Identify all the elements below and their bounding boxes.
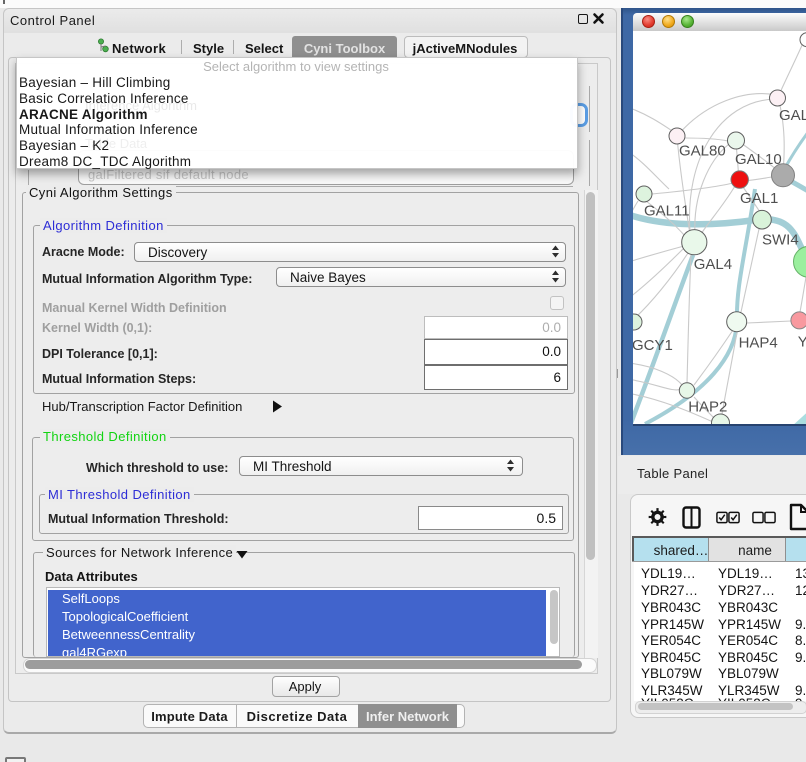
svg-text:Y: Y <box>798 334 806 351</box>
svg-text:GAL11: GAL11 <box>644 202 690 219</box>
svg-text:SWI4: SWI4 <box>762 231 799 248</box>
svg-text:GCY1: GCY1 <box>633 337 673 354</box>
svg-text:GAL7: GAL7 <box>779 107 806 124</box>
svg-text:GAL10: GAL10 <box>735 151 782 168</box>
svg-text:GAL1: GAL1 <box>740 190 778 207</box>
svg-text:HAP2: HAP2 <box>688 398 727 415</box>
svg-text:HAP4: HAP4 <box>739 335 778 352</box>
svg-text:GAL80: GAL80 <box>679 143 726 160</box>
svg-text:GAL4: GAL4 <box>694 256 732 273</box>
